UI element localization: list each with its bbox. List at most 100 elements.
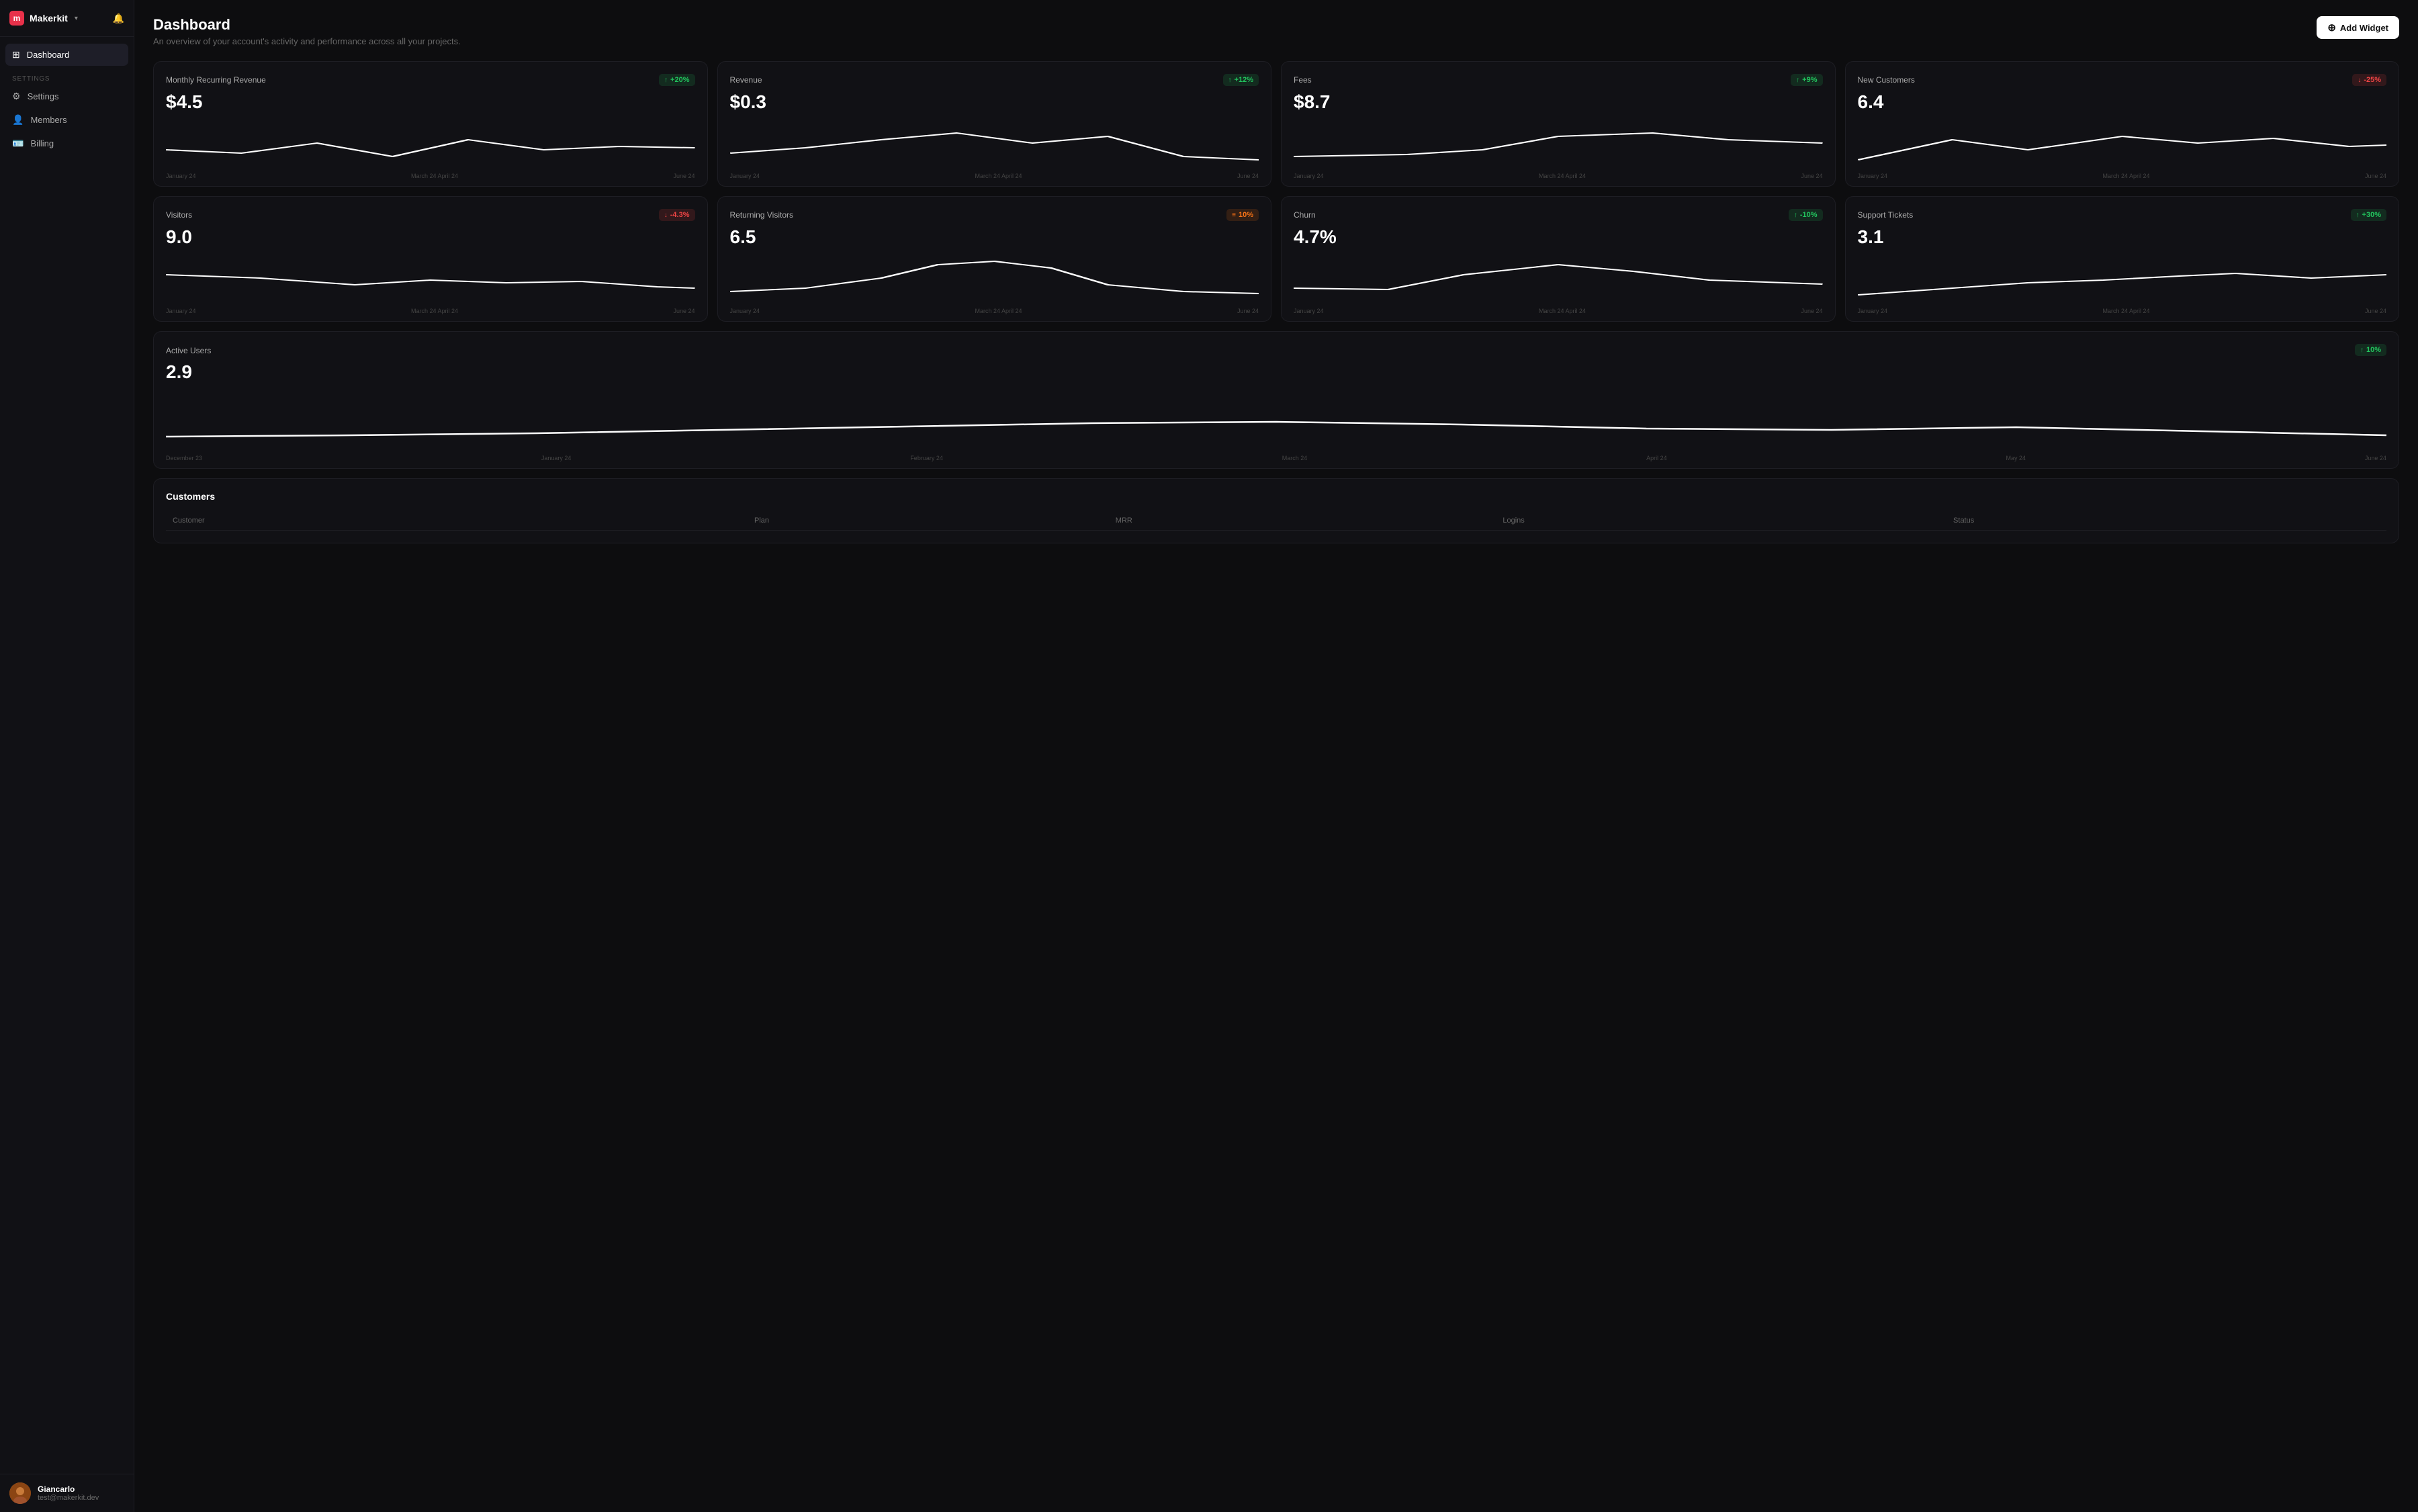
wide-card-title-block: Active Users [166,345,211,355]
card-value: $8.7 [1294,91,1823,113]
logo-icon: m [9,11,24,26]
metric-card-new-customers: New Customers ↓ -25% 6.4 January 24 Marc… [1845,61,2400,187]
chart-label: January 24 [166,173,196,179]
card-title: Revenue [730,75,762,85]
status-badge: ≡ 10% [1226,209,1259,221]
card-header: Returning Visitors ≡ 10% [730,209,1259,221]
col-logins: Logins [1496,511,1946,531]
chart-label: March 24 April 24 [411,173,458,179]
arrow-up-icon: ↑ [2360,347,2364,354]
gear-icon: ⚙ [12,91,21,102]
card-value: 3.1 [1858,226,2387,248]
col-plan: Plan [748,511,1109,531]
chart-label: December 23 [166,455,202,461]
metric-card-fees: Fees ↑ +9% $8.7 January 24 March 24 Apri… [1281,61,1836,187]
chart-label: March 24 [1282,455,1308,461]
status-badge: ↑ +12% [1223,74,1259,86]
chart-label: March 24 April 24 [1539,308,1586,314]
metric-card-support: Support Tickets ↑ +30% 3.1 January 24 Ma… [1845,196,2400,322]
chart-label: January 24 [541,455,572,461]
chart-label: January 24 [1294,173,1324,179]
status-badge: ↓ -4.3% [659,209,695,221]
card-title: New Customers [1858,75,1915,85]
chart-label: March 24 April 24 [2102,308,2149,314]
main-content: Dashboard An overview of your account's … [134,0,2418,1512]
sidebar-item-label: Members [30,115,66,125]
page-header: Dashboard An overview of your account's … [153,16,2399,46]
status-badge: ↑ +30% [2351,209,2386,221]
sidebar-item-label: Billing [30,138,54,148]
card-value: 6.5 [730,226,1259,248]
customers-card: Customers Customer Plan MRR Logins Statu… [153,478,2399,543]
card-chart: January 24 March 24 April 24 June 24 [1858,120,2387,179]
card-title: Visitors [166,210,192,220]
chart-label: June 24 [2365,308,2386,314]
bell-icon[interactable]: 🔔 [113,13,124,24]
card-chart: January 24 March 24 April 24 June 24 [166,120,695,179]
chart-labels-row: December 23 January 24 February 24 March… [166,455,2386,461]
chart-label: March 24 April 24 [975,173,1022,179]
card-title: Returning Visitors [730,210,794,220]
chart-label: March 24 April 24 [975,308,1022,314]
chart-label: February 24 [910,455,943,461]
card-value: 9.0 [166,226,695,248]
chart-label: June 24 [673,173,695,179]
chart-label: January 24 [166,308,196,314]
chevron-down-icon: ▾ [75,15,78,22]
chart-label: January 24 [730,173,760,179]
card-title: Monthly Recurring Revenue [166,75,266,85]
card-value: 6.4 [1858,91,2387,113]
chart-label: June 24 [1801,173,1822,179]
card-header: New Customers ↓ -25% [1858,74,2387,86]
card-title: Fees [1294,75,1312,85]
metric-card-mrr: Monthly Recurring Revenue ↑ +20% $4.5 Ja… [153,61,708,187]
add-widget-label: Add Widget [2340,23,2388,33]
chart-label: April 24 [1646,455,1667,461]
col-customer: Customer [166,511,748,531]
chart-label: March 24 April 24 [1539,173,1586,179]
chart-label: June 24 [2365,455,2386,461]
chart-label: June 24 [673,308,695,314]
card-chart: January 24 March 24 April 24 June 24 [730,255,1259,314]
chart-label: January 24 [730,308,760,314]
arrow-down-icon: ↓ [664,212,668,219]
card-chart: January 24 March 24 April 24 June 24 [1294,120,1823,179]
card-title: Active Users [166,346,211,355]
status-badge: ↓ -25% [2352,74,2386,86]
card-chart: January 24 March 24 April 24 June 24 [1294,255,1823,314]
metrics-grid-row1: Monthly Recurring Revenue ↑ +20% $4.5 Ja… [153,61,2399,187]
arrow-up-icon: ↑ [1796,77,1799,84]
billing-icon: 🪪 [12,138,24,149]
arrow-up-icon: ↑ [664,77,668,84]
page-title: Dashboard [153,16,461,34]
arrow-up-icon: ↑ [1228,77,1232,84]
app-logo[interactable]: m Makerkit ▾ [9,11,78,26]
members-icon: 👤 [12,114,24,126]
avatar [9,1482,31,1504]
arrow-down-icon: ↓ [2358,77,2361,84]
card-header: Revenue ↑ +12% [730,74,1259,86]
card-header: Support Tickets ↑ +30% [1858,209,2387,221]
sidebar-item-billing[interactable]: 🪪 Billing [5,132,128,154]
user-profile[interactable]: Giancarlo test@makerkit.dev [0,1474,134,1512]
active-users-chart [166,390,2386,450]
sidebar-item-settings[interactable]: ⚙ Settings [5,85,128,107]
chart-label: January 24 [1858,308,1888,314]
add-widget-button[interactable]: ⊕ Add Widget [2317,16,2399,39]
chart-label: May 24 [2006,455,2026,461]
card-title: Churn [1294,210,1316,220]
user-email: test@makerkit.dev [38,1494,99,1502]
sidebar-item-dashboard[interactable]: ⊞ Dashboard [5,44,128,66]
metric-card-revenue: Revenue ↑ +12% $0.3 January 24 March 24 … [717,61,1272,187]
app-name: Makerkit [30,13,68,24]
col-status: Status [1946,511,2386,531]
chart-label: March 24 April 24 [411,308,458,314]
bars-icon: ≡ [1232,212,1236,219]
status-badge: ↑ -10% [1789,209,1823,221]
dashboard-icon: ⊞ [12,49,20,60]
card-value: 2.9 [166,361,2386,383]
sidebar-item-members[interactable]: 👤 Members [5,109,128,131]
sidebar-item-label: Settings [28,91,59,101]
card-header: Churn ↑ -10% [1294,209,1823,221]
col-mrr: MRR [1109,511,1496,531]
